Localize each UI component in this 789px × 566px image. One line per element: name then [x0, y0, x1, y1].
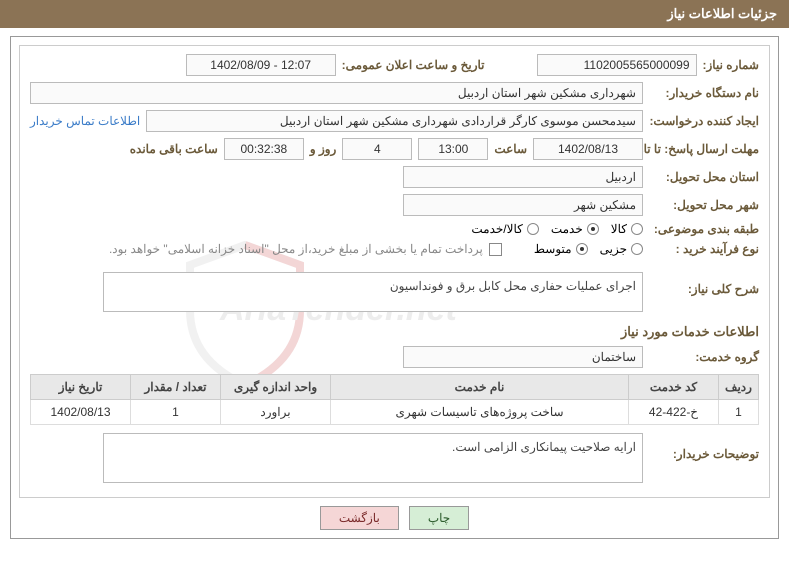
- subject-class-radio-group: کالا خدمت کالا/خدمت: [471, 222, 643, 236]
- buyer-notes-label: توضیحات خریدار:: [649, 433, 759, 461]
- radio-service[interactable]: خدمت: [551, 222, 599, 236]
- deadline-time-value: 13:00: [418, 138, 488, 160]
- radio-minor-label: جزیی: [600, 242, 627, 256]
- radio-service-circle: [587, 223, 599, 235]
- need-number-label: شماره نیاز:: [703, 58, 759, 72]
- buyer-org-value: شهرداری مشکین شهر استان اردبیل: [30, 82, 643, 104]
- radio-minor-circle: [631, 243, 643, 255]
- requester-label: ایجاد کننده درخواست:: [649, 114, 759, 128]
- delivery-city-label: شهر محل تحویل:: [649, 198, 759, 212]
- td-service-code: خ-422-42: [629, 400, 719, 425]
- requester-value: سیدمحسن موسوی کارگر قراردادی شهرداری مشک…: [146, 110, 643, 132]
- buyer-org-label: نام دستگاه خریدار:: [649, 86, 759, 100]
- th-service-name: نام خدمت: [331, 375, 629, 400]
- radio-goods-service-circle: [527, 223, 539, 235]
- purchase-type-radio-group: جزیی متوسط: [534, 242, 643, 256]
- days-remaining-value: 4: [342, 138, 412, 160]
- services-info-label: اطلاعات خدمات مورد نیاز: [30, 324, 759, 340]
- payment-note: پرداخت تمام یا بخشی از مبلغ خرید،از محل …: [109, 242, 483, 256]
- delivery-province-label: استان محل تحویل:: [649, 170, 759, 184]
- td-service-name: ساخت پروژه‌های تاسیسات شهری: [331, 400, 629, 425]
- delivery-city-value: مشکین شهر: [403, 194, 643, 216]
- radio-medium-circle: [576, 243, 588, 255]
- need-number-value: 1102005565000099: [537, 54, 697, 76]
- inner-frame: شماره نیاز: 1102005565000099 تاریخ و ساع…: [19, 45, 770, 498]
- general-desc-label: شرح کلی نیاز:: [649, 272, 759, 296]
- time-label: ساعت: [494, 142, 527, 156]
- td-need-date: 1402/08/13: [31, 400, 131, 425]
- button-row: چاپ بازگشت: [19, 506, 770, 530]
- radio-service-label: خدمت: [551, 222, 583, 236]
- time-remaining-value: 00:32:38: [224, 138, 304, 160]
- th-unit: واحد اندازه گیری: [221, 375, 331, 400]
- outer-frame: شماره نیاز: 1102005565000099 تاریخ و ساع…: [10, 36, 779, 539]
- back-button[interactable]: بازگشت: [320, 506, 399, 530]
- th-qty: تعداد / مقدار: [131, 375, 221, 400]
- radio-goods-service[interactable]: کالا/خدمت: [471, 222, 538, 236]
- time-remaining-suffix: ساعت باقی مانده: [130, 142, 218, 156]
- radio-goods-service-label: کالا/خدمت: [471, 222, 522, 236]
- service-group-label: گروه خدمت:: [649, 350, 759, 364]
- radio-medium-label: متوسط: [534, 242, 572, 256]
- table-row: 1 خ-422-42 ساخت پروژه‌های تاسیسات شهری ب…: [31, 400, 759, 425]
- buyer-notes-value: ارایه صلاحیت پیمانکاری الزامی است.: [103, 433, 643, 483]
- announce-datetime-label: تاریخ و ساعت اعلان عمومی:: [342, 58, 485, 72]
- radio-medium[interactable]: متوسط: [534, 242, 588, 256]
- subject-class-label: طبقه بندی موضوعی:: [649, 222, 759, 236]
- deadline-date-value: 1402/08/13: [533, 138, 643, 160]
- print-button[interactable]: چاپ: [409, 506, 469, 530]
- buyer-contact-link[interactable]: اطلاعات تماس خریدار: [30, 114, 140, 128]
- delivery-province-value: اردبیل: [403, 166, 643, 188]
- radio-goods-label: کالا: [611, 222, 627, 236]
- page-title-bar: جزئیات اطلاعات نیاز: [0, 0, 789, 28]
- deadline-label: مهلت ارسال پاسخ: تا تاریخ:: [649, 142, 759, 156]
- days-conj: روز و: [310, 142, 337, 156]
- radio-goods-circle: [631, 223, 643, 235]
- service-group-value: ساختمان: [403, 346, 643, 368]
- general-desc-value: اجرای عملیات حفاری محل کابل برق و فونداس…: [103, 272, 643, 312]
- radio-minor[interactable]: جزیی: [600, 242, 643, 256]
- services-table: ردیف کد خدمت نام خدمت واحد اندازه گیری ت…: [30, 374, 759, 425]
- td-qty: 1: [131, 400, 221, 425]
- th-need-date: تاریخ نیاز: [31, 375, 131, 400]
- page-title: جزئیات اطلاعات نیاز: [667, 6, 777, 21]
- th-service-code: کد خدمت: [629, 375, 719, 400]
- treasury-checkbox[interactable]: [489, 243, 502, 256]
- radio-goods[interactable]: کالا: [611, 222, 643, 236]
- announce-datetime-value: 1402/08/09 - 12:07: [186, 54, 336, 76]
- purchase-type-label: نوع فرآیند خرید :: [649, 242, 759, 256]
- td-unit: براورد: [221, 400, 331, 425]
- td-row: 1: [719, 400, 759, 425]
- th-row: ردیف: [719, 375, 759, 400]
